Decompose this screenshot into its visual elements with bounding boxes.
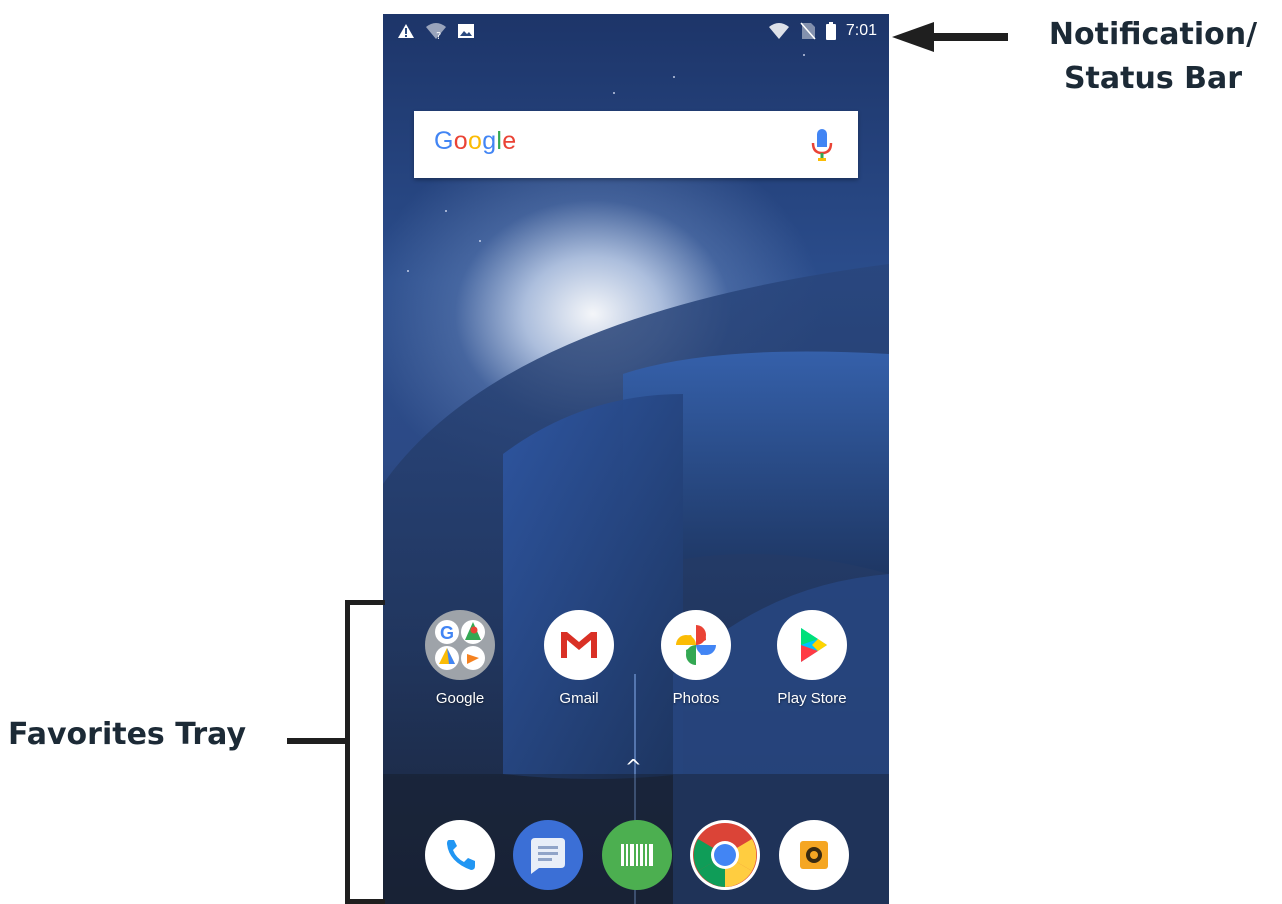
app-google-folder[interactable]: G Google (410, 610, 510, 707)
app-label: Play Store (777, 690, 847, 707)
logo-letter: o (453, 127, 468, 155)
logo-letter: o (467, 127, 483, 155)
status-bar[interactable]: ? 7:01 (383, 14, 889, 50)
svg-text:G: G (440, 623, 454, 643)
favorites-tray-annotation: Favorites Tray (8, 717, 247, 752)
no-sim-icon (800, 22, 816, 40)
app-label: Photos (672, 690, 720, 707)
phone-icon[interactable] (425, 820, 495, 890)
home-screen: ? 7:01 Google G Google Gmail Photos Play… (383, 14, 889, 904)
image-icon (458, 24, 474, 38)
chevron-up-icon[interactable]: ^ (625, 755, 642, 779)
messages-icon[interactable] (513, 820, 583, 890)
logo-letter: g (482, 127, 497, 155)
app-play-store[interactable]: Play Store (762, 610, 862, 707)
favorites-tray-bracket (345, 600, 385, 904)
app-label: Gmail (559, 690, 599, 707)
google-logo: Google (434, 127, 516, 156)
wifi-unknown-icon: ? (426, 23, 446, 40)
logo-letter: G (434, 127, 454, 155)
app-photos[interactable]: Photos (646, 610, 746, 707)
photos-icon (661, 610, 731, 680)
status-bar-annotation: Notification/ Status Bar (1028, 13, 1278, 101)
google-search-widget[interactable]: Google (414, 111, 858, 178)
wifi-icon (768, 23, 789, 39)
google-folder-icon: G (425, 610, 495, 680)
annotation-line: Status Bar (1063, 61, 1243, 96)
battery-icon (825, 22, 836, 40)
microphone-icon[interactable] (810, 127, 834, 163)
warning-icon (398, 24, 414, 38)
annotation-line: Notification/ (1048, 17, 1258, 52)
arrow-icon (892, 22, 1008, 52)
chrome-icon[interactable] (690, 820, 760, 890)
barcode-scanner-icon[interactable] (602, 820, 672, 890)
gmail-icon (544, 610, 614, 680)
logo-letter: e (502, 127, 517, 155)
camera-icon[interactable] (779, 820, 849, 890)
app-gmail[interactable]: Gmail (529, 610, 629, 707)
status-clock: 7:01 (845, 22, 877, 39)
app-label: Google (435, 690, 485, 707)
bracket-connector (287, 738, 345, 744)
svg-text:?: ? (436, 31, 441, 40)
play-store-icon (777, 610, 847, 680)
